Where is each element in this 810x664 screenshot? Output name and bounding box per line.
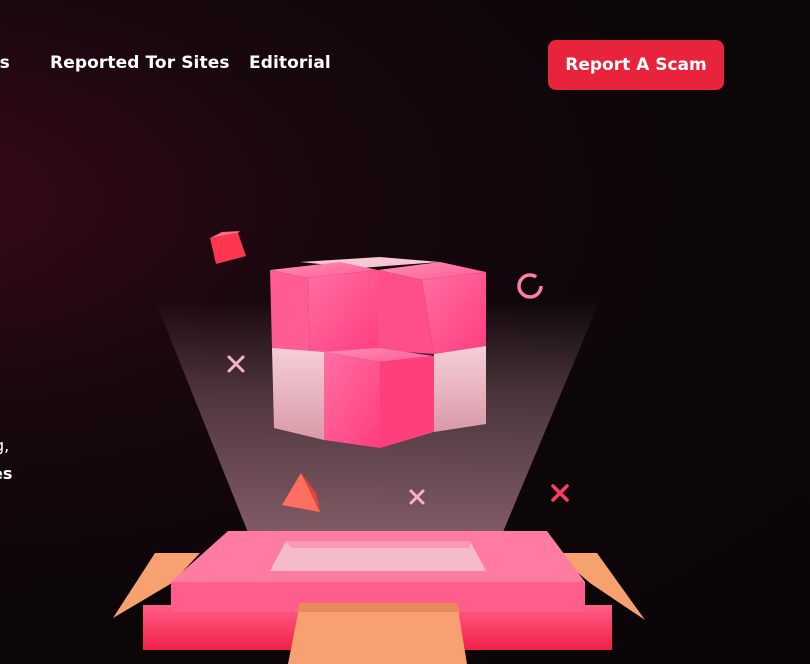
open-box: [113, 531, 645, 664]
nav-item-truncated[interactable]: es: [0, 53, 10, 73]
hero-illustration: [113, 231, 645, 664]
top-navigation: es Reported Tor Sites Editorial Report A…: [0, 0, 810, 130]
small-red-cube: [210, 231, 246, 264]
cross-shape-red: [551, 484, 569, 502]
ring-shape: [517, 273, 543, 299]
report-scam-button[interactable]: Report A Scam: [548, 40, 724, 90]
nav-item-editorial[interactable]: Editorial: [249, 53, 331, 73]
nav-item-reported-tor-sites[interactable]: Reported Tor Sites: [50, 53, 230, 73]
hero-text-fragment: g,: [0, 436, 10, 455]
stacked-cubes: [270, 257, 486, 448]
hero-text-fragment-bold: es: [0, 464, 13, 483]
